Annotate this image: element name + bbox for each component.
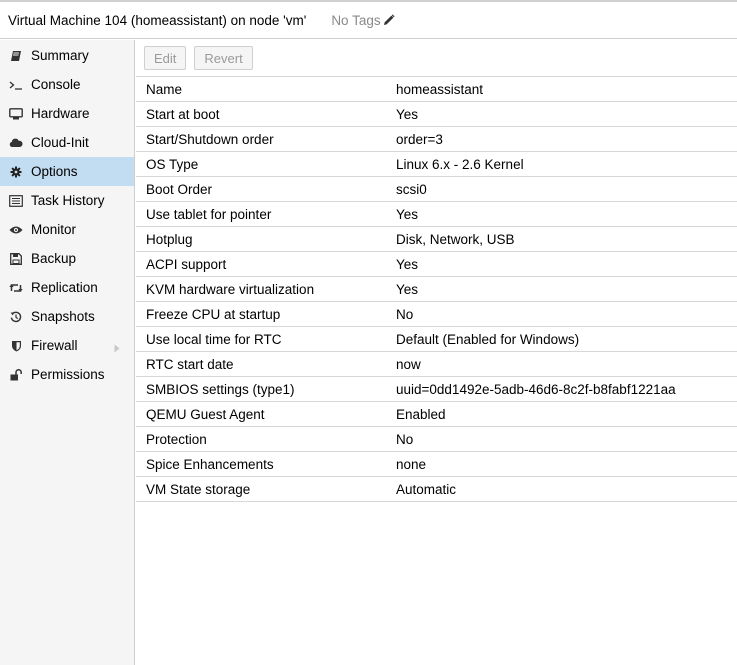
sidebar-item-label: Hardware (31, 106, 90, 121)
sidebar-item-console[interactable]: Console (0, 70, 134, 99)
option-value: now (386, 351, 737, 377)
option-name: OS Type (136, 151, 386, 177)
option-name: Name (136, 76, 386, 102)
sidebar-item-label: Summary (31, 48, 89, 63)
sidebar-item-label: Options (31, 164, 78, 179)
options-table: Name homeassistant Start at boot Yes Start… (136, 76, 737, 502)
option-value: Disk, Network, USB (386, 226, 737, 252)
option-value: uuid=0dd1492e-5adb-46d6-8c2f-b8fabf1221a… (386, 376, 737, 402)
option-value: Yes (386, 251, 737, 277)
panel-header: Virtual Machine 104 (homeassistant) on n… (0, 2, 737, 39)
sidebar-item-backup[interactable]: Backup (0, 244, 134, 273)
table-row[interactable]: Protection No (136, 426, 737, 452)
table-row[interactable]: Freeze CPU at startup No (136, 301, 737, 327)
option-value: scsi0 (386, 176, 737, 202)
list-icon (9, 194, 23, 208)
sidebar-item-label: Task History (31, 193, 105, 208)
sidebar-item-label: Console (31, 77, 81, 92)
sidebar-item-replication[interactable]: Replication (0, 273, 134, 302)
sidebar-item-label: Permissions (31, 367, 105, 382)
option-value: Default (Enabled for Windows) (386, 326, 737, 352)
option-value: Automatic (386, 476, 737, 502)
toolbar: Edit Revert (136, 40, 737, 76)
terminal-icon (9, 78, 23, 92)
sidebar-item-label: Replication (31, 280, 98, 295)
option-name: VM State storage (136, 476, 386, 502)
table-row[interactable]: QEMU Guest Agent Enabled (136, 401, 737, 427)
table-row[interactable]: Boot Order scsi0 (136, 176, 737, 202)
option-value: Enabled (386, 401, 737, 427)
gear-icon (9, 165, 23, 179)
option-name: KVM hardware virtualization (136, 276, 386, 302)
option-name: Start/Shutdown order (136, 126, 386, 152)
option-value: Yes (386, 201, 737, 227)
table-row[interactable]: OS Type Linux 6.x - 2.6 Kernel (136, 151, 737, 177)
tags-editor[interactable]: No Tags (331, 12, 395, 28)
pencil-icon (383, 14, 395, 25)
unlock-icon (9, 368, 23, 382)
tags-label: No Tags (331, 12, 381, 28)
option-name: Freeze CPU at startup (136, 301, 386, 327)
option-name: Use tablet for pointer (136, 201, 386, 227)
option-name: QEMU Guest Agent (136, 401, 386, 427)
table-row[interactable]: SMBIOS settings (type1) uuid=0dd1492e-5ad… (136, 376, 737, 402)
option-value: Yes (386, 276, 737, 302)
table-row[interactable]: Start/Shutdown order order=3 (136, 126, 737, 152)
sidebar-item-firewall[interactable]: Firewall (0, 331, 134, 360)
table-row[interactable]: Name homeassistant (136, 76, 737, 102)
option-value: Linux 6.x - 2.6 Kernel (386, 151, 737, 177)
option-value: order=3 (386, 126, 737, 152)
table-row[interactable]: Start at boot Yes (136, 101, 737, 127)
sidebar-item-label: Cloud-Init (31, 135, 89, 150)
sidebar-item-label: Monitor (31, 222, 77, 237)
table-row[interactable]: Use tablet for pointer Yes (136, 201, 737, 227)
options-panel: Edit Revert Name homeassistant Start at b… (136, 40, 737, 665)
option-name: RTC start date (136, 351, 386, 377)
table-row[interactable]: Use local time for RTC Default (Enabled f… (136, 326, 737, 352)
table-row[interactable]: KVM hardware virtualization Yes (136, 276, 737, 302)
retweet-icon (9, 281, 23, 295)
shield-icon (9, 339, 23, 353)
floppy-icon (9, 252, 23, 266)
sidebar-item-snapshots[interactable]: Snapshots (0, 302, 134, 331)
sidebar-item-label: Backup (31, 251, 77, 266)
option-value: homeassistant (386, 76, 737, 102)
option-name: Start at boot (136, 101, 386, 127)
table-row[interactable]: Spice Enhancements none (136, 451, 737, 477)
table-row[interactable]: RTC start date now (136, 351, 737, 377)
sidebar-item-label: Snapshots (31, 309, 95, 324)
eye-icon (9, 223, 23, 237)
sidebar-item-task-history[interactable]: Task History (0, 186, 134, 215)
page-title: Virtual Machine 104 (homeassistant) on n… (8, 12, 307, 28)
desktop-icon (9, 107, 23, 121)
sidebar-item-summary[interactable]: Summary (0, 41, 134, 70)
revert-button[interactable]: Revert (194, 46, 253, 70)
option-name: Boot Order (136, 176, 386, 202)
sidebar-item-cloud-init[interactable]: Cloud-Init (0, 128, 134, 157)
option-name: Spice Enhancements (136, 451, 386, 477)
option-value: No (386, 301, 737, 327)
table-row[interactable]: ACPI support Yes (136, 251, 737, 277)
table-row[interactable]: VM State storage Automatic (136, 476, 737, 502)
option-value: none (386, 451, 737, 477)
sidebar-item-label: Firewall (31, 338, 78, 353)
sidebar-item-hardware[interactable]: Hardware (0, 99, 134, 128)
option-name: ACPI support (136, 251, 386, 277)
option-value: Yes (386, 101, 737, 127)
option-name: Hotplug (136, 226, 386, 252)
book-icon (9, 49, 23, 63)
cloud-icon (9, 136, 23, 150)
sidebar-item-monitor[interactable]: Monitor (0, 215, 134, 244)
sidebar-item-permissions[interactable]: Permissions (0, 360, 134, 389)
history-icon (9, 310, 23, 324)
sidebar-item-options[interactable]: Options (0, 157, 134, 186)
expand-arrow-icon[interactable] (114, 341, 120, 356)
table-row[interactable]: Hotplug Disk, Network, USB (136, 226, 737, 252)
option-value: No (386, 426, 737, 452)
option-name: Use local time for RTC (136, 326, 386, 352)
edit-button[interactable]: Edit (144, 46, 187, 70)
sidebar: Summary Console Hardware Cloud-Init Opti… (0, 40, 135, 665)
option-name: Protection (136, 426, 386, 452)
option-name: SMBIOS settings (type1) (136, 376, 386, 402)
